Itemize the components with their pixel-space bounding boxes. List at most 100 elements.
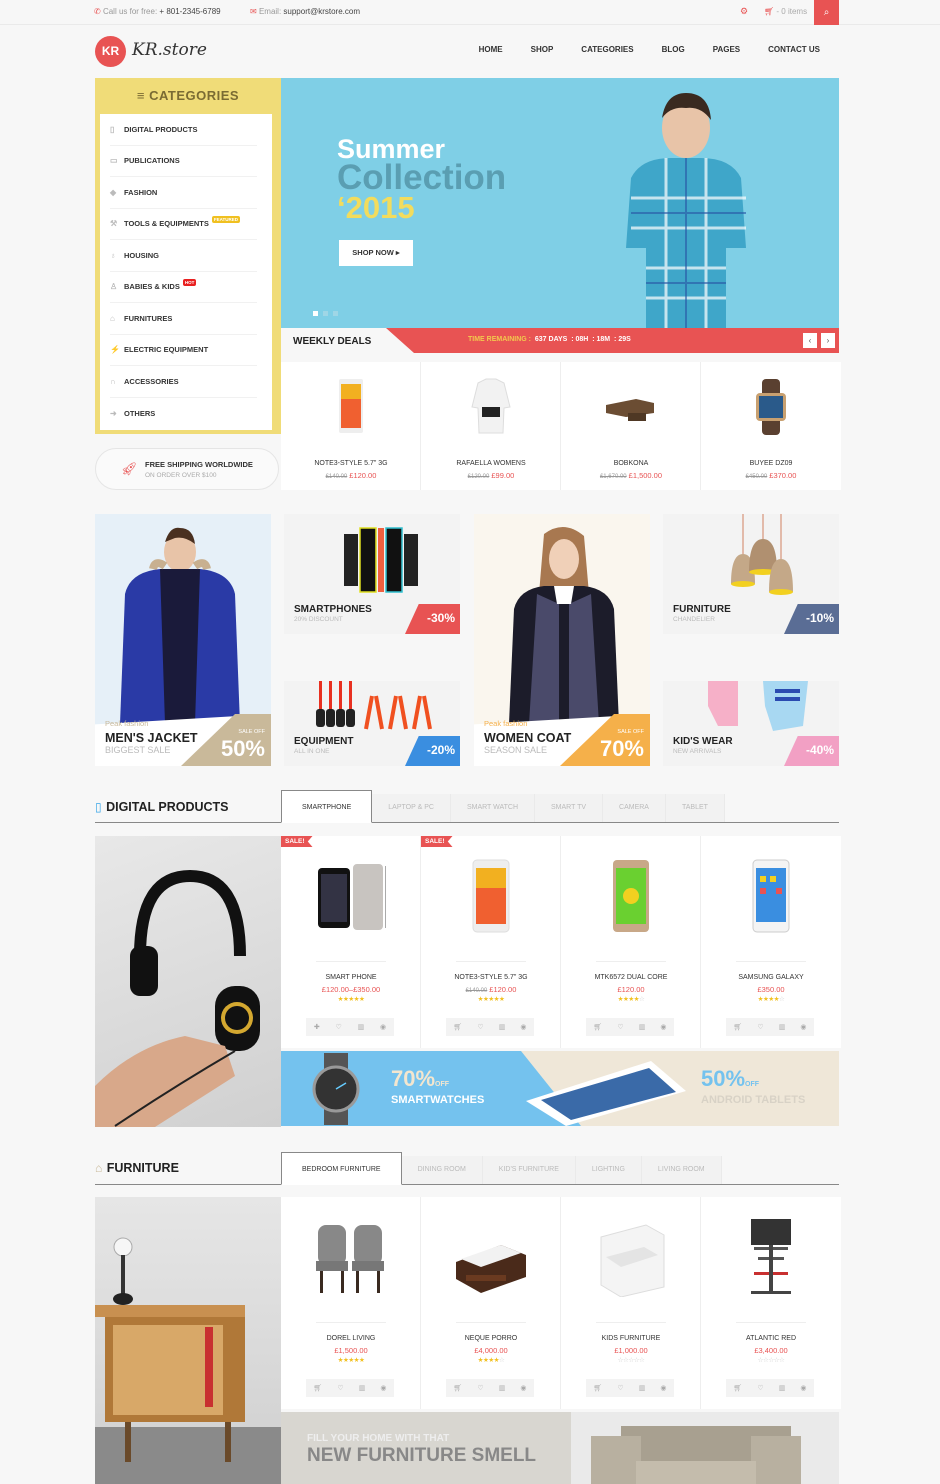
wishlist-icon[interactable]: ♡ xyxy=(617,1023,623,1031)
promo-furniture[interactable]: FURNITURE CHANDELIER -10% xyxy=(663,514,839,634)
cart-icon[interactable]: 🛒︎ xyxy=(314,1384,323,1392)
tab-smart-tv[interactable]: SMART TV xyxy=(535,794,604,822)
product-card[interactable]: DOREL LIVING £1,500.00 ★★★★★ 🛒︎ ♡ ▥ ◉ xyxy=(281,1197,421,1409)
tab-smartphone[interactable]: SMARTPHONE xyxy=(281,790,373,823)
furniture-banner[interactable]: FILL YOUR HOME WITH THAT NEW FURNITURE S… xyxy=(281,1412,839,1484)
phone-number[interactable]: + 801-2345-6789 xyxy=(159,7,220,16)
promo-women-coat[interactable]: Peak fashion WOMEN COAT SEASON SALE SALE… xyxy=(474,514,650,766)
tab-lighting[interactable]: LIGHTING xyxy=(575,1156,642,1184)
cart-icon[interactable]: 🛒︎ xyxy=(594,1023,603,1031)
quickview-icon[interactable]: ◉ xyxy=(380,1023,386,1031)
settings-icon[interactable]: ⚙ xyxy=(740,6,748,17)
hero-slider[interactable]: Summer Collection ‘2015 SHOP NOW ▸ xyxy=(281,78,839,328)
category-electric[interactable]: ⚡ ELECTRIC EQUIPMENT xyxy=(110,335,257,366)
quickview-icon[interactable]: ◉ xyxy=(800,1023,806,1031)
product-card[interactable]: SAMSUNG GALAXY £350.00 ★★★★☆ 🛒︎ ♡ ▥ ◉ xyxy=(701,836,841,1048)
quickview-icon[interactable]: ◉ xyxy=(660,1384,666,1392)
category-fashion[interactable]: ◆ FASHION xyxy=(110,177,257,209)
wishlist-icon[interactable]: ♡ xyxy=(337,1384,343,1392)
nav-home[interactable]: HOME xyxy=(479,45,503,54)
wishlist-icon[interactable]: ♡ xyxy=(757,1384,763,1392)
compare-icon[interactable]: ▥ xyxy=(358,1023,365,1031)
rating-stars: ★★★★★ xyxy=(477,996,505,1003)
product-card[interactable]: MTK6572 DUAL CORE £120.00 ★★★★☆ 🛒︎ ♡ ▥ ◉ xyxy=(561,836,701,1048)
compare-icon[interactable]: ▥ xyxy=(359,1384,366,1392)
promo-mens-jacket[interactable]: Peak fashion MEN'S JACKET BIGGEST SALE S… xyxy=(95,514,271,766)
tab-smart-watch[interactable]: SMART WATCH xyxy=(450,794,536,822)
product-card[interactable]: KIDS FURNITURE £1,000.00 ☆☆☆☆☆ 🛒︎ ♡ ▥ ◉ xyxy=(561,1197,701,1409)
quickview-icon[interactable]: ◉ xyxy=(800,1384,806,1392)
product-actions: 🛒︎ ♡ ▥ ◉ xyxy=(306,1379,394,1397)
deal-item[interactable]: BOBKONA £1,670.00 £1,500.00 xyxy=(561,362,701,490)
slider-dot[interactable] xyxy=(323,311,328,316)
cart-icon[interactable]: 🛒︎ xyxy=(734,1384,743,1392)
deal-item[interactable]: BUYEE DZ09 £450.00 £370.00 xyxy=(701,362,841,490)
compare-icon[interactable]: ▥ xyxy=(499,1384,506,1392)
quickview-icon[interactable]: ◉ xyxy=(380,1384,386,1392)
product-card[interactable]: ATLANTIC RED £3,400.00 ☆☆☆☆☆ 🛒︎ ♡ ▥ ◉ xyxy=(701,1197,841,1409)
promo-smartphones[interactable]: SMARTPHONES 20% DISCOUNT -30% xyxy=(284,514,460,634)
wishlist-icon[interactable]: ♡ xyxy=(336,1023,342,1031)
cart-link[interactable]: 🛒︎ - 0 items xyxy=(764,7,807,16)
category-babies-kids[interactable]: ♙ BABIES & KIDS HOT xyxy=(110,272,257,303)
promo-kids-wear[interactable]: KID'S WEAR NEW ARRIVALS -40% xyxy=(663,681,839,766)
slider-dot[interactable] xyxy=(313,311,318,316)
tab-living-room[interactable]: LIVING ROOM xyxy=(641,1156,722,1184)
cart-icon[interactable]: 🛒︎ xyxy=(454,1384,463,1392)
compare-icon[interactable]: ▥ xyxy=(499,1023,506,1031)
wishlist-icon[interactable]: ♡ xyxy=(477,1023,483,1031)
add-icon[interactable]: ✚ xyxy=(314,1023,320,1031)
category-housing[interactable]: ♁ HOUSING xyxy=(110,240,257,272)
wishlist-icon[interactable]: ♡ xyxy=(757,1023,763,1031)
tab-tablet[interactable]: TABLET xyxy=(665,794,725,822)
shop-now-button[interactable]: SHOP NOW ▸ xyxy=(339,240,413,266)
furniture-feature-image[interactable] xyxy=(95,1197,281,1484)
category-accessories[interactable]: ∩ ACCESSORIES xyxy=(110,366,257,398)
logo-text[interactable]: KR.store xyxy=(132,40,207,60)
nav-categories[interactable]: CATEGORIES xyxy=(581,45,633,54)
compare-icon[interactable]: ▥ xyxy=(639,1023,646,1031)
wishlist-icon[interactable]: ♡ xyxy=(617,1384,623,1392)
wishlist-icon[interactable]: ♡ xyxy=(477,1384,483,1392)
category-furnitures[interactable]: ⌂ FURNITURES xyxy=(110,303,257,335)
product-card[interactable]: SALE! SMART PHONE £120.00–£350.00 ★★★★★ … xyxy=(281,836,421,1048)
logo-mark[interactable]: KR xyxy=(95,36,126,67)
tab-dining-room[interactable]: DINING ROOM xyxy=(401,1156,483,1184)
category-others[interactable]: ➜ OTHERS xyxy=(110,398,257,430)
tab-camera[interactable]: CAMERA xyxy=(603,794,666,822)
category-tools[interactable]: ⚒ TOOLS & EQUIPMENTS FEATURED xyxy=(110,209,257,240)
rating-stars: ★★★★☆ xyxy=(617,996,645,1003)
cart-icon[interactable]: 🛒︎ xyxy=(454,1023,463,1031)
deals-prev-button[interactable]: ‹ xyxy=(803,333,817,348)
mobile-icon: ▯ xyxy=(110,124,115,134)
nav-pages[interactable]: PAGES xyxy=(713,45,740,54)
compare-icon[interactable]: ▥ xyxy=(779,1023,786,1031)
tab-kids-furniture[interactable]: KID'S FURNITURE xyxy=(482,1156,576,1184)
product-card[interactable]: SALE! NOTE3-STYLE 5.7" 3G £140.00 £120.00… xyxy=(421,836,561,1048)
quickview-icon[interactable]: ◉ xyxy=(520,1023,526,1031)
category-publications[interactable]: ▭ PUBLICATIONS xyxy=(110,146,257,177)
deal-item[interactable]: NOTE3-STYLE 5.7" 3G £140.00 £120.00 xyxy=(281,362,421,490)
compare-icon[interactable]: ▥ xyxy=(639,1384,646,1392)
headphones-feature-image[interactable] xyxy=(95,836,281,1127)
quickview-icon[interactable]: ◉ xyxy=(660,1023,666,1031)
compare-icon[interactable]: ▥ xyxy=(779,1384,786,1392)
smartwatch-tablet-banner[interactable]: 70%OFF SMARTWATCHES 50%OFF ANDROID TABLE… xyxy=(281,1051,839,1126)
search-button[interactable]: ⌕ xyxy=(814,0,839,25)
cart-icon[interactable]: 🛒︎ xyxy=(734,1023,743,1031)
email-link[interactable]: support@krstore.com xyxy=(283,7,360,16)
quickview-icon[interactable]: ◉ xyxy=(520,1384,526,1392)
tab-bedroom-furniture[interactable]: BEDROOM FURNITURE xyxy=(281,1152,402,1185)
nav-shop[interactable]: SHOP xyxy=(531,45,554,54)
weekly-deals-title: WEEKLY DEALS xyxy=(293,336,372,347)
nav-blog[interactable]: BLOG xyxy=(662,45,685,54)
deals-next-button[interactable]: › xyxy=(821,333,835,348)
category-digital-products[interactable]: ▯ DIGITAL PRODUCTS xyxy=(110,114,257,146)
slider-dot[interactable] xyxy=(333,311,338,316)
tab-laptop-pc[interactable]: LAPTOP & PC xyxy=(372,794,451,822)
cart-icon[interactable]: 🛒︎ xyxy=(594,1384,603,1392)
promo-equipment[interactable]: EQUIPMENT ALL IN ONE -20% xyxy=(284,681,460,766)
nav-contact[interactable]: CONTACT US xyxy=(768,45,820,54)
product-card[interactable]: NEQUE PORRO £4,000.00 ★★★★☆ 🛒︎ ♡ ▥ ◉ xyxy=(421,1197,561,1409)
deal-item[interactable]: RAFAELLA WOMENS £120.00 £99.00 xyxy=(421,362,561,490)
